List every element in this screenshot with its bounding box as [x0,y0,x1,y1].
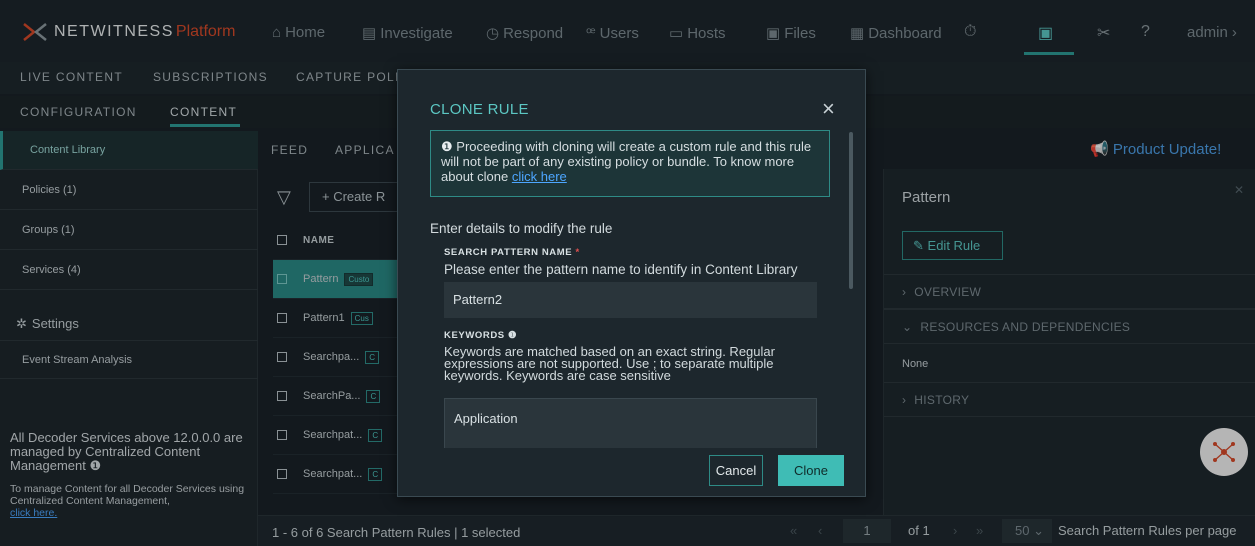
pattern-name-help: Please enter the pattern name to identif… [444,262,798,277]
keywords-help: Keywords are matched based on an exact s… [444,344,775,383]
pattern-name-label: SEARCH PATTERN NAME * [444,247,580,258]
info-icon: ❶ [441,139,453,154]
cancel-button[interactable]: Cancel [709,455,763,486]
keywords-textarea[interactable]: Application [444,398,817,448]
dialog-scrollbar[interactable] [849,132,853,289]
clone-info-banner: ❶ Proceeding with cloning will create a … [430,130,830,197]
close-icon[interactable]: × [822,96,835,122]
clone-help-link[interactable]: click here [512,169,567,184]
pattern-name-input[interactable]: Pattern2 [444,282,817,318]
clone-button[interactable]: Clone [778,455,844,486]
clone-rule-dialog: CLONE RULE × ❶ Proceeding with cloning w… [397,69,866,497]
required-marker: * [575,247,580,258]
dialog-title: CLONE RULE [430,101,529,118]
keywords-label: KEYWORDS ❶ [444,330,518,341]
info-icon: ❶ [508,330,518,341]
form-intro: Enter details to modify the rule [430,221,613,236]
